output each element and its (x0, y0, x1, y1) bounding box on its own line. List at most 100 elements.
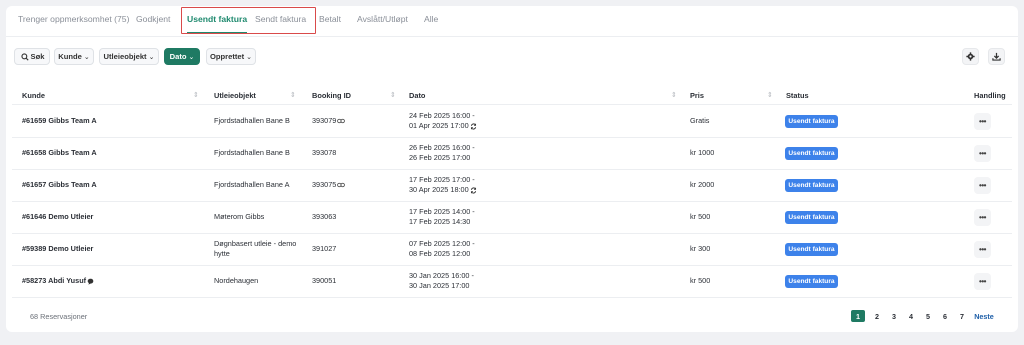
page-6-button[interactable]: 6 (939, 310, 951, 322)
row-date-end: 26 Feb 2025 17:00 (409, 153, 470, 163)
row-rental-object: Fjordstadhallen Bane A (214, 180, 290, 189)
status-badge[interactable]: Usendt faktura (785, 275, 838, 288)
row-actions-button[interactable]: ••• (974, 177, 991, 194)
settings-button[interactable] (962, 48, 979, 65)
row-divider (12, 201, 1012, 202)
search-button[interactable]: Søk (14, 48, 50, 65)
row-rental-object: Nordehaugen (214, 276, 259, 285)
status-badge[interactable]: Usendt faktura (785, 147, 838, 160)
row-divider (12, 265, 1012, 266)
row-price: kr 300 (690, 244, 711, 253)
link-icon (337, 182, 346, 188)
row-booking-id: 393079 (312, 116, 346, 126)
page-7-button[interactable]: 7 (956, 310, 968, 322)
row-actions-button[interactable]: ••• (974, 145, 991, 162)
status-badge[interactable]: Usendt faktura (785, 211, 838, 224)
column-header-utleieobjekt[interactable]: Utleieobjekt (214, 91, 256, 100)
row-booking-id-text: 393075 (312, 180, 337, 189)
row-divider (12, 169, 1012, 170)
row-date-end: 30 Jan 2025 17:00 (409, 281, 469, 291)
row-booking-id-text: 393063 (312, 212, 337, 221)
row-booking-id-text: 393079 (312, 116, 337, 125)
tab-bar: Trenger oppmerksomhet (75) Godkjent Usen… (6, 6, 1018, 36)
row-actions-button[interactable]: ••• (974, 273, 991, 290)
row-actions-button[interactable]: ••• (974, 241, 991, 258)
row-price: kr 1000 (690, 148, 715, 157)
page-1-button[interactable]: 1 (851, 310, 865, 322)
link-icon (337, 118, 346, 124)
download-icon (992, 52, 1001, 61)
chevron-down-icon: ⌄ (148, 53, 155, 61)
row-booking-id: 393075 (312, 180, 346, 190)
filter-kunde-button[interactable]: Kunde ⌄ (54, 48, 94, 65)
status-badge[interactable]: Usendt faktura (785, 243, 838, 256)
row-divider (12, 297, 1012, 298)
repeat-icon (470, 187, 476, 194)
column-header-kunde[interactable]: Kunde (22, 91, 45, 100)
tab-all[interactable]: Alle (424, 14, 438, 24)
row-rental-object: Fjordstadhallen Bane B (214, 148, 290, 157)
row-date-end-text: 01 Apr 2025 17:00 (409, 121, 469, 130)
row-date-start: 26 Feb 2025 16:00 - (409, 143, 475, 152)
column-header-pris[interactable]: Pris (690, 91, 704, 100)
tab-unsent-invoice[interactable]: Usendt faktura (187, 14, 247, 24)
page-2-button[interactable]: 2 (871, 310, 883, 322)
status-badge[interactable]: Usendt faktura (785, 179, 838, 192)
row-customer-text: #61659 Gibbs Team A (22, 116, 97, 125)
row-date-end-text: 17 Feb 2025 14:30 (409, 217, 471, 226)
page-5-button[interactable]: 5 (922, 310, 934, 322)
row-rental-object: Møterom Gibbs (214, 212, 265, 221)
tab-declined-expired[interactable]: Avslått/Utløpt (357, 14, 408, 24)
tab-approved[interactable]: Godkjent (136, 14, 170, 24)
row-customer[interactable]: #61657 Gibbs Team A (22, 180, 97, 190)
row-customer[interactable]: #58273 Abdi Yusuf (22, 276, 94, 286)
download-button[interactable] (988, 48, 1005, 65)
row-booking-id-text: 391027 (312, 244, 337, 253)
gear-icon (966, 52, 975, 61)
sort-icon[interactable]: ⇕ (767, 91, 773, 99)
filter-utleieobjekt-button[interactable]: Utleieobjekt ⌄ (99, 48, 159, 65)
filter-opprettet-button[interactable]: Opprettet ⌄ (206, 48, 256, 65)
sort-icon[interactable]: ⇕ (290, 91, 296, 99)
header-divider (12, 104, 1012, 105)
row-customer-text: #61646 Demo Utleier (22, 212, 94, 221)
column-header-status[interactable]: Status (786, 91, 809, 100)
filter-utleieobjekt-label: Utleieobjekt (103, 52, 147, 61)
row-date-end-text: 26 Feb 2025 17:00 (409, 153, 471, 162)
row-divider (12, 233, 1012, 234)
reservation-count: 68 Reservasjoner (30, 312, 88, 321)
row-customer[interactable]: #59389 Demo Utleier (22, 244, 93, 254)
bookings-card: Trenger oppmerksomhet (75) Godkjent Usen… (6, 6, 1018, 332)
chevron-down-icon: ⌄ (246, 53, 253, 61)
next-page-button[interactable]: Neste (973, 310, 995, 322)
row-booking-id: 393078 (312, 148, 336, 158)
row-price: kr 500 (690, 276, 711, 285)
column-header-booking-id[interactable]: Booking ID (312, 91, 351, 100)
row-rental-object-line2: hytte (214, 249, 230, 258)
row-booking-id: 390051 (312, 276, 336, 286)
row-booking-id-text: 393078 (312, 148, 337, 157)
row-customer[interactable]: #61646 Demo Utleier (22, 212, 93, 222)
page-4-button[interactable]: 4 (905, 310, 917, 322)
row-date-end-text: 08 Feb 2025 12:00 (409, 249, 471, 258)
page-3-button[interactable]: 3 (888, 310, 900, 322)
tab-paid[interactable]: Betalt (319, 14, 341, 24)
status-badge[interactable]: Usendt faktura (785, 115, 838, 128)
tab-sent-invoice[interactable]: Sendt faktura (255, 14, 306, 24)
search-icon (20, 52, 29, 61)
row-date-end-text: 30 Apr 2025 18:00 (409, 185, 469, 194)
row-customer[interactable]: #61659 Gibbs Team A (22, 116, 97, 126)
row-date-start: 17 Feb 2025 14:00 - (409, 207, 475, 216)
row-actions-button[interactable]: ••• (974, 113, 991, 130)
row-actions-button[interactable]: ••• (974, 209, 991, 226)
filter-opprettet-label: Opprettet (209, 52, 245, 61)
filter-dato-button[interactable]: Dato ⌄ (164, 48, 200, 65)
sort-icon[interactable]: ⇕ (671, 91, 677, 99)
sort-icon[interactable]: ⇕ (390, 91, 396, 99)
row-price: Gratis (690, 116, 710, 125)
row-customer[interactable]: #61658 Gibbs Team A (22, 148, 97, 158)
repeat-icon (470, 123, 476, 130)
tab-needs-attention[interactable]: Trenger oppmerksomhet (75) (18, 14, 129, 24)
sort-icon[interactable]: ⇕ (193, 91, 199, 99)
column-header-dato[interactable]: Dato (409, 91, 425, 100)
